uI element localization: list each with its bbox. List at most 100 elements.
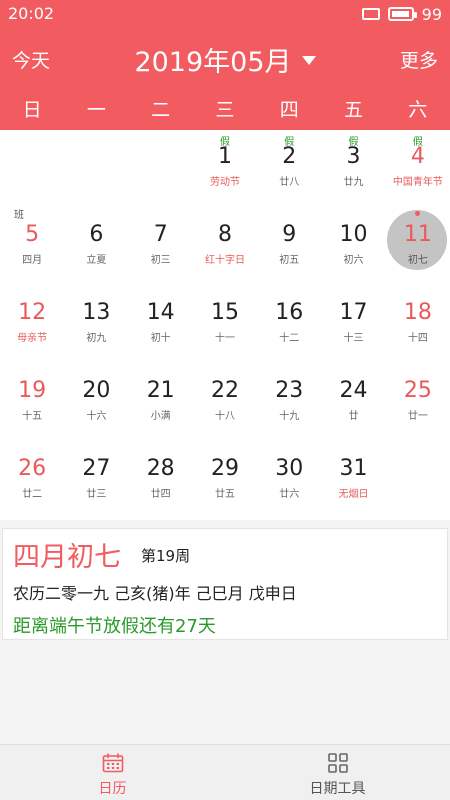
day-number: 25	[403, 378, 432, 403]
lunar-label: 十三	[343, 333, 364, 344]
tab-date-tools-label: 日期工具	[309, 781, 366, 797]
lunar-label: 十六	[86, 411, 107, 422]
calendar-day[interactable]: 假 1 劳动节	[193, 130, 257, 208]
calendar-day[interactable]: 20 十六	[64, 364, 128, 442]
day-number: 9	[282, 222, 297, 247]
day-number: 22	[210, 378, 239, 403]
tab-date-tools[interactable]: 日期工具	[225, 745, 450, 800]
calendar-day[interactable]: 30 廿六	[257, 442, 321, 520]
day-number: 12	[18, 300, 47, 325]
lunar-label: 初五	[279, 255, 300, 266]
lunar-label: 十九	[279, 411, 300, 422]
calendar-day[interactable]: 17 十三	[321, 286, 385, 364]
day-number: 28	[146, 456, 175, 481]
day-number: 4	[410, 144, 425, 169]
day-number: 16	[275, 300, 304, 325]
day-number: 3	[346, 144, 361, 169]
lunar-label: 廿一	[407, 411, 428, 422]
lunar-label: 红十字日	[204, 255, 245, 266]
caret-down-icon	[301, 56, 316, 65]
status-bar: 20:02 99	[0, 0, 450, 28]
calendar-day[interactable]: 11 初七	[386, 208, 450, 286]
calendar-day[interactable]: 假 2 廿八	[257, 130, 321, 208]
day-number: 27	[82, 456, 111, 481]
day-number: 8	[217, 222, 232, 247]
calendar-day[interactable]: 15 十一	[193, 286, 257, 364]
more-button[interactable]: 更多	[400, 46, 438, 73]
month-title: 2019年05月	[134, 47, 292, 78]
weekday-sat: 六	[408, 99, 428, 121]
weekday-wed: 三	[215, 99, 235, 121]
calendar-day[interactable]: 22 十八	[193, 364, 257, 442]
lunar-label: 十四	[407, 333, 428, 344]
tab-calendar[interactable]: 日历	[0, 745, 225, 800]
week-number: 第19周	[141, 547, 191, 565]
lunar-label: 廿四	[150, 489, 171, 500]
battery-icon	[387, 7, 417, 21]
lunar-label: 十一	[214, 333, 235, 344]
lunar-label: 小满	[150, 411, 171, 422]
day-info-card: 四月初七 第19周 农历二零一九 己亥(猪)年 己巳月 戊申日 距离端午节放假还…	[2, 528, 448, 640]
calendar-day[interactable]: 18 十四	[386, 286, 450, 364]
calendar-day[interactable]: 31 无烟日	[321, 442, 385, 520]
calendar-day[interactable]: 29 廿五	[193, 442, 257, 520]
sim-card-icon	[361, 8, 380, 20]
calendar-day[interactable]: 26 廿二	[0, 442, 64, 520]
day-number: 1	[217, 144, 232, 169]
day-number: 31	[339, 456, 368, 481]
lunar-label: 无烟日	[338, 489, 369, 500]
calendar-day[interactable]: 8 红十字日	[193, 208, 257, 286]
lunar-label: 初六	[343, 255, 364, 266]
ganzhi-text: 农历二零一九 己亥(猪)年 己巳月 戊申日	[13, 584, 297, 603]
day-number: 13	[82, 300, 111, 325]
lunar-label: 立夏	[86, 255, 107, 266]
calendar-day[interactable]: 28 廿四	[129, 442, 193, 520]
lunar-label: 初三	[150, 255, 171, 266]
calendar-day[interactable]: 6 立夏	[64, 208, 128, 286]
calendar-day[interactable]: 14 初十	[129, 286, 193, 364]
calendar-day[interactable]: 班 5 四月	[0, 208, 64, 286]
month-picker[interactable]: 2019年05月	[0, 40, 450, 79]
lunar-label: 廿三	[86, 489, 107, 500]
calendar-day[interactable]: 假 3 廿九	[321, 130, 385, 208]
weekday-mon: 一	[86, 99, 106, 121]
lunar-label: 初九	[86, 333, 107, 344]
holiday-countdown: 距离端午节放假还有27天	[13, 616, 216, 637]
calendar-day[interactable]: 13 初九	[64, 286, 128, 364]
day-number: 20	[82, 378, 111, 403]
calendar-grid: 假 1 劳动节假 2 廿八假 3 廿九假 4 中国青年节班 5 四月 6 立夏 7 初三 8 红十字日 9 初五 10…	[0, 130, 450, 520]
calendar-day[interactable]: 23 十九	[257, 364, 321, 442]
weekday-fri: 五	[343, 99, 363, 121]
day-number: 10	[339, 222, 368, 247]
lunar-label: 十八	[214, 411, 235, 422]
calendar-day[interactable]: 9 初五	[257, 208, 321, 286]
calendar-day[interactable]: 10 初六	[321, 208, 385, 286]
weekday-tue: 二	[151, 99, 171, 121]
month-navigation: 今天 2019年05月 更多	[0, 34, 450, 84]
day-number: 18	[403, 300, 432, 325]
lunar-label: 廿二	[22, 489, 43, 500]
lunar-label: 四月	[22, 255, 43, 266]
calendar-day[interactable]: 16 十二	[257, 286, 321, 364]
day-number: 19	[18, 378, 47, 403]
calendar-day[interactable]: 7 初三	[129, 208, 193, 286]
lunar-label: 十二	[279, 333, 300, 344]
calendar-day[interactable]: 25 廿一	[386, 364, 450, 442]
calendar-icon	[102, 753, 124, 773]
lunar-label: 劳动节	[209, 177, 240, 188]
status-icons: 99	[361, 4, 442, 24]
calendar-day[interactable]: 21 小满	[129, 364, 193, 442]
day-number: 24	[339, 378, 368, 403]
calendar-day[interactable]: 24 廿	[321, 364, 385, 442]
day-number: 2	[282, 144, 297, 169]
day-number: 15	[210, 300, 239, 325]
battery-level: 99	[421, 4, 442, 24]
lunar-label: 廿五	[214, 489, 235, 500]
calendar-day[interactable]: 19 十五	[0, 364, 64, 442]
calendar-day[interactable]: 12 母亲节	[0, 286, 64, 364]
tab-calendar-label: 日历	[98, 781, 127, 797]
lunar-label: 廿九	[343, 177, 364, 188]
calendar-day[interactable]: 27 廿三	[64, 442, 128, 520]
calendar-day[interactable]: 假 4 中国青年节	[386, 130, 450, 208]
day-number: 17	[339, 300, 368, 325]
